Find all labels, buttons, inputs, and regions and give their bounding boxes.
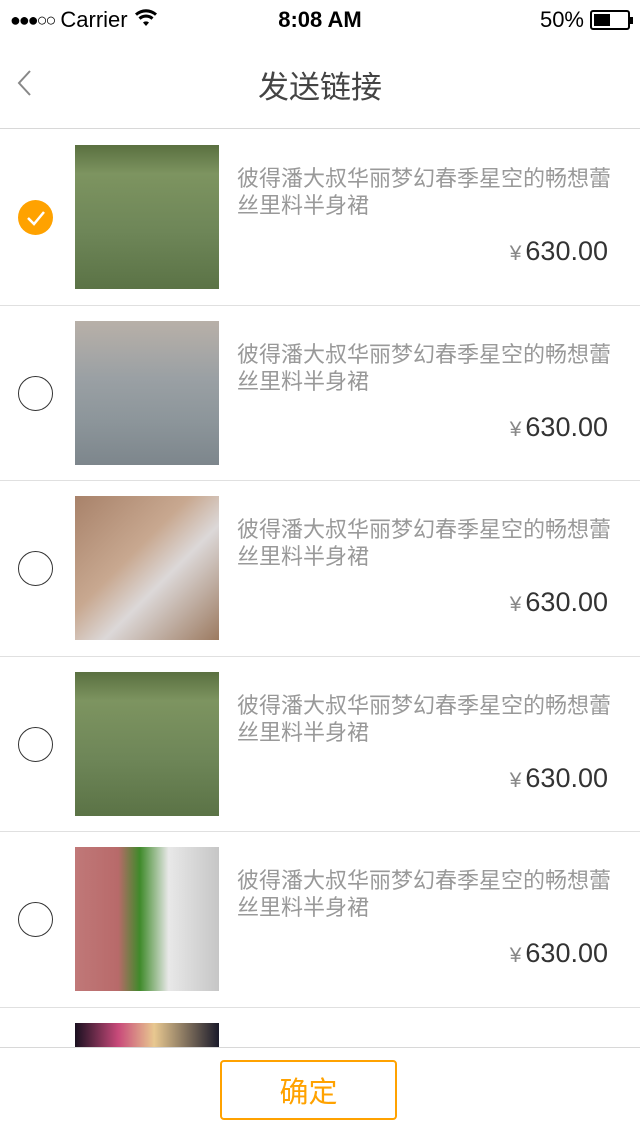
checked-radio-icon[interactable] [18, 200, 53, 235]
radio-icon[interactable] [18, 726, 53, 762]
product-price: ¥630.00 [510, 938, 608, 969]
chevron-left-icon [17, 70, 31, 96]
currency-symbol: ¥ [509, 944, 522, 967]
list-item[interactable]: 彼得潘大叔华丽梦幻春季星空的畅想蕾丝里料半身裙 ¥630.00 [0, 481, 640, 657]
confirm-button[interactable]: 确定 [220, 1060, 397, 1120]
radio-icon[interactable] [18, 375, 53, 411]
back-button[interactable] [14, 68, 44, 98]
product-price: ¥630.00 [510, 587, 608, 618]
product-title: 彼得潘大叔华丽梦幻春季星空的畅想蕾丝里料半身裙 [237, 342, 612, 395]
product-price: ¥630.00 [510, 412, 608, 443]
battery-icon [590, 10, 633, 30]
list-item[interactable] [0, 1008, 640, 1047]
footer: 确定 [0, 1047, 640, 1136]
product-image [75, 847, 219, 991]
price-value: 630.00 [525, 938, 608, 968]
list-item[interactable]: 彼得潘大叔华丽梦幻春季星空的畅想蕾丝里料半身裙 ¥630.00 [0, 306, 640, 481]
product-title: 彼得潘大叔华丽梦幻春季星空的畅想蕾丝里料半身裙 [237, 167, 612, 219]
product-list: 彼得潘大叔华丽梦幻春季星空的畅想蕾丝里料半身裙 ¥630.00 彼得潘大叔华丽梦… [0, 130, 640, 1047]
product-title: 彼得潘大叔华丽梦幻春季星空的畅想蕾丝里料半身裙 [237, 518, 612, 570]
product-image [75, 1022, 219, 1047]
product-image [75, 145, 219, 289]
product-title: 彼得潘大叔华丽梦幻春季星空的畅想蕾丝里料半身裙 [237, 693, 612, 746]
page-title: 发送链接 [258, 69, 382, 106]
list-item[interactable]: 彼得潘大叔华丽梦幻春季星空的畅想蕾丝里料半身裙 ¥630.00 [0, 657, 640, 832]
currency-symbol: ¥ [509, 593, 522, 616]
status-bar: ●●●○○ Carrier 8:08 AM 50% [0, 0, 640, 40]
product-price: ¥630.00 [510, 236, 608, 267]
list-item[interactable]: 彼得潘大叔华丽梦幻春季星空的畅想蕾丝里料半身裙 ¥630.00 [0, 130, 640, 306]
price-value: 630.00 [525, 762, 608, 793]
battery-percent: 50% [539, 7, 584, 32]
price-value: 630.00 [525, 411, 608, 442]
wifi-icon [134, 7, 158, 33]
product-image [75, 496, 219, 640]
price-value: 630.00 [525, 236, 608, 266]
carrier: Carrier [60, 7, 128, 32]
currency-symbol: ¥ [509, 768, 522, 792]
product-image [75, 671, 219, 816]
radio-icon[interactable] [18, 551, 53, 586]
list-item[interactable]: 彼得潘大叔华丽梦幻春季星空的畅想蕾丝里料半身裙 ¥630.00 [0, 832, 640, 1008]
nav-bar: 发送链接 [0, 40, 640, 129]
product-image [75, 320, 219, 465]
product-title: 彼得潘大叔华丽梦幻春季星空的畅想蕾丝里料半身裙 [237, 869, 612, 921]
signal-icon: ●●●○○ [10, 9, 56, 30]
currency-symbol: ¥ [509, 242, 522, 265]
radio-icon[interactable] [18, 902, 53, 937]
product-price: ¥630.00 [510, 763, 608, 794]
price-value: 630.00 [525, 587, 608, 617]
currency-symbol: ¥ [509, 417, 522, 441]
